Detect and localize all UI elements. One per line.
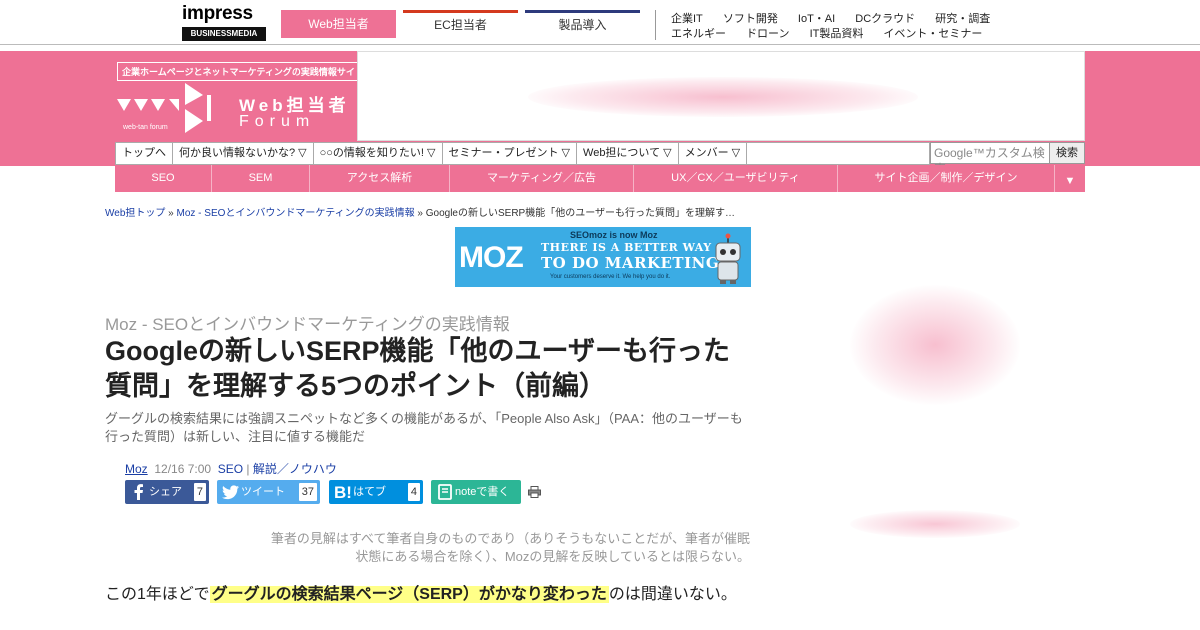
top-divider (655, 10, 656, 40)
tag-link-howto[interactable]: 解説／ノウハウ (253, 462, 337, 476)
sidebar-ad[interactable] (850, 285, 1020, 405)
breadcrumb-current: Googleの新しいSERP機能「他のユーザーも行った質問」を理解す… (425, 208, 736, 219)
search-button[interactable]: 検索 (1049, 142, 1085, 164)
page-title: Googleの新しいSERP機能「他のユーザーも行った質問」を理解する5つのポイ… (105, 336, 730, 401)
share-count: 7 (193, 483, 206, 501)
body-highlight: グーグルの検索結果ページ（SERP）がかなり変わった (209, 586, 609, 603)
top-link[interactable]: ドローン (746, 28, 789, 40)
print-icon[interactable] (528, 486, 541, 498)
nav-item-top[interactable]: トップへ (116, 143, 173, 164)
moz-ad-line-3: Your customers deserve it. We help you d… (550, 274, 671, 280)
nav-item-about[interactable]: Web担について ▽ (577, 143, 679, 164)
breadcrumb-home[interactable]: Web担トップ (105, 208, 165, 219)
nav-item-member[interactable]: メンバー ▽ (679, 143, 748, 164)
top-link[interactable]: イベント・セミナー (883, 28, 982, 40)
tag-separator: | (246, 462, 250, 476)
impress-logo-word: impress (182, 3, 253, 24)
body-text-before: この1年ほどで (105, 586, 210, 603)
disclaimer-line: 筆者の見解はすべて筆者自身のものであり（ありそうもないことだが、筆者が催眠 (270, 531, 750, 546)
top-links-row-2: エネルギー ドローン IT製品資料 イベント・セミナー (671, 25, 999, 41)
top-links-row-1: 企業IT ソフト開発 IoT・AI DCクラウド 研究・調査 (671, 10, 1007, 26)
sidebar-ad[interactable] (850, 510, 1020, 538)
facebook-icon (134, 484, 143, 500)
impress-logo[interactable]: impress BUSINESSMEDIA (182, 3, 266, 41)
note-share-button[interactable]: noteで書く (431, 480, 521, 504)
top-link[interactable]: エネルギー (671, 28, 726, 40)
facebook-share-button[interactable]: シェア 7 (125, 480, 209, 504)
article-category[interactable]: Moz - SEOとインバウンドマーケティングの実践情報 (105, 310, 510, 335)
article-body-paragraph: この1年ほどで グーグルの検索結果ページ（SERP）がかなり変わった のは間違いない… (105, 583, 737, 607)
top-link[interactable]: IoT・AI (798, 13, 835, 25)
search-input[interactable]: Google™カスタム検索 (930, 142, 1050, 176)
svg-text:B!: B! (334, 483, 352, 502)
site-brand-logo[interactable]: 企業ホームページとネットマーケティングの実践情報サイト Web担当者 Forum… (115, 51, 369, 141)
tag-link-seo[interactable]: SEO (218, 462, 243, 476)
twitter-share-button[interactable]: ツイート 37 (217, 480, 320, 504)
tab-web-tantousha[interactable]: Web担当者 (281, 10, 396, 38)
breadcrumb-sep: » (414, 208, 426, 219)
author-disclaimer: 筆者の見解はすべて筆者自身のものであり（ありそうもないことだが、筆者が催眠 状態… (250, 530, 750, 566)
share-label: はてブ (353, 486, 386, 498)
category-nav: SEO SEM アクセス解析 マーケティング／広告 UX／CX／ユーザビリティ … (115, 165, 1085, 192)
author-link[interactable]: Moz (125, 462, 148, 476)
article-meta: Moz 12/16 7:00 SEO | 解説／ノウハウ (125, 460, 337, 477)
top-link[interactable]: DCクラウド (855, 13, 915, 25)
moz-ad-small-text: SEOmoz is now Moz (570, 230, 658, 240)
share-label: シェア (149, 486, 182, 498)
site-tagline: 企業ホームページとネットマーケティングの実践情報サイト (117, 62, 369, 81)
moz-ad-line-1: THERE IS A BETTER WAY (541, 241, 712, 254)
share-count: 37 (298, 483, 317, 501)
header-ad-banner[interactable] (357, 51, 1085, 141)
disclaimer-line: 状態にある場合を除く）、Mozの見解を反映しているとは限らない。 (355, 549, 750, 564)
brand-small-text: web-tan forum (123, 124, 168, 131)
brand-forum: Forum (239, 113, 316, 130)
cat-item-site-design[interactable]: サイト企画／制作／デザイン (838, 165, 1055, 192)
cat-item-marketing[interactable]: マーケティング／広告 (450, 165, 634, 192)
tab-ec-tantousha[interactable]: EC担当者 (403, 10, 518, 38)
share-label: noteで書く (455, 486, 510, 498)
publish-date: 12/16 7:00 (154, 462, 212, 476)
nav-item-want-info[interactable]: ○○の情報を知りたい! ▽ (314, 143, 443, 164)
hatena-bookmark-button[interactable]: B! はてブ 4 (329, 480, 423, 504)
moz-robot-icon (715, 233, 741, 284)
dropdown-nav: トップへ 何か良い情報ないかな? ▽ ○○の情報を知りたい! ▽ セミナー・プレ… (115, 142, 930, 165)
nav-item-good-info[interactable]: 何か良い情報ないかな? ▽ (173, 143, 314, 164)
nav-item-seminar[interactable]: セミナー・プレゼント ▽ (443, 143, 578, 164)
breadcrumb-section[interactable]: Moz - SEOとインバウンドマーケティングの実践情報 (177, 208, 415, 219)
ad-blur (528, 77, 918, 117)
note-icon (438, 484, 452, 500)
body-text-after: のは間違いない。 (608, 586, 737, 603)
share-label: ツイート (241, 486, 285, 498)
article-lead: グーグルの検索結果には強調スニペットなど多くの機能があるが、「People Al… (105, 411, 743, 444)
tab-product-intro[interactable]: 製品導入 (525, 10, 640, 38)
twitter-icon (222, 485, 239, 500)
top-bar: impress BUSINESSMEDIA Web担当者 EC担当者 製品導入 … (0, 0, 1200, 45)
top-link[interactable]: IT製品資料 (810, 28, 864, 40)
share-count: 4 (407, 483, 420, 501)
breadcrumb-sep: » (165, 208, 177, 219)
hatena-icon: B! (334, 483, 352, 502)
cat-item-sem[interactable]: SEM (212, 165, 310, 192)
cat-item-ux[interactable]: UX／CX／ユーザビリティ (634, 165, 838, 192)
moz-logo: MOZ (459, 241, 524, 274)
cat-item-seo[interactable]: SEO (115, 165, 212, 192)
top-link[interactable]: 研究・調査 (935, 13, 990, 25)
top-link[interactable]: 企業IT (671, 13, 703, 25)
moz-ad-banner[interactable]: MOZ SEOmoz is now Moz THERE IS A BETTER … (455, 227, 751, 287)
cat-item-analytics[interactable]: アクセス解析 (310, 165, 450, 192)
moz-ad-line-2: TO DO MARKETING (541, 254, 720, 272)
impress-logo-sub: BUSINESSMEDIA (182, 27, 266, 41)
top-link[interactable]: ソフト開発 (723, 13, 778, 25)
category-more-button[interactable]: ▼ (1055, 165, 1085, 192)
breadcrumb: Web担トップ » Moz - SEOとインバウンドマーケティングの実践情報 »… (105, 204, 735, 219)
